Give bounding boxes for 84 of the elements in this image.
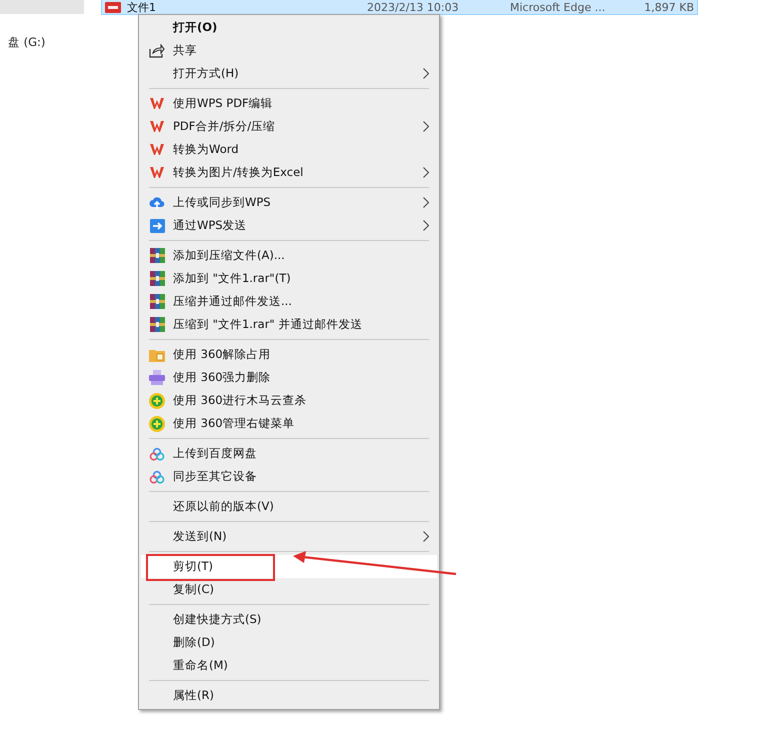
menu-item[interactable]: 上传或同步到WPS	[141, 191, 437, 214]
menu-item[interactable]: 压缩并通过邮件发送...	[141, 290, 437, 313]
menu-item[interactable]: 转换为Word	[141, 138, 437, 161]
file-name: 文件1	[127, 0, 157, 14]
cloud-rings-icon	[149, 446, 165, 460]
cloud-rings-icon	[149, 470, 165, 484]
books-stack-icon	[150, 317, 164, 332]
menu-item-label: 共享	[173, 43, 197, 58]
w-logo-icon	[150, 98, 164, 109]
menu-item-label: 使用WPS PDF编辑	[173, 96, 273, 111]
menu-item[interactable]: 使用 360解除占用	[141, 343, 437, 366]
menu-item[interactable]: 上传到百度网盘	[141, 442, 437, 465]
menu-item[interactable]: 使用WPS PDF编辑	[141, 92, 437, 115]
menu-item-label: 使用 360进行木马云查杀	[173, 393, 307, 408]
file-type: Microsoft Edge ...	[510, 0, 606, 14]
menu-item-label: 上传或同步到WPS	[173, 195, 271, 210]
file-date: 2023/2/13 10:03	[367, 0, 460, 14]
books-stack-icon	[150, 271, 164, 286]
menu-item[interactable]: 复制(C)	[141, 578, 437, 601]
menu-item-label: 重命名(M)	[173, 658, 228, 673]
chevron-right-icon	[423, 531, 429, 542]
sidebar-item[interactable]: 盘 (G:)	[0, 33, 84, 51]
menu-item-label: 压缩并通过邮件发送...	[173, 294, 292, 309]
menu-item-label: 转换为Word	[173, 142, 239, 157]
w-logo-icon	[150, 121, 164, 132]
menu-item[interactable]: 使用 360管理右键菜单	[141, 412, 437, 435]
menu-item[interactable]: 剪切(T)	[141, 555, 437, 578]
menu-item[interactable]: 打开(O)	[141, 16, 437, 39]
menu-item-label: 压缩到 "文件1.rar" 并通过邮件发送	[173, 317, 362, 332]
menu-item[interactable]: 打开方式(H)	[141, 62, 437, 85]
menu-item-label: PDF合并/拆分/压缩	[173, 119, 276, 134]
menu-item[interactable]: 使用 360强力删除	[141, 366, 437, 389]
menu-item[interactable]: 通过WPS发送	[141, 214, 437, 237]
chevron-right-icon	[423, 121, 429, 132]
menu-item-label: 删除(D)	[173, 635, 215, 650]
menu-item[interactable]: 添加到 "文件1.rar"(T)	[141, 267, 437, 290]
menu-item-label: 通过WPS发送	[173, 218, 247, 233]
menu-item-label: 使用 360强力删除	[173, 370, 271, 385]
chevron-right-icon	[423, 197, 429, 208]
books-stack-icon	[150, 294, 164, 309]
menu-item-label: 上传到百度网盘	[173, 446, 257, 461]
menu-item-label: 属性(R)	[173, 688, 214, 703]
menu-item[interactable]: 转换为图片/转换为Excel	[141, 161, 437, 184]
w-logo-icon	[150, 144, 164, 155]
menu-item[interactable]: PDF合并/拆分/压缩	[141, 115, 437, 138]
folder-icon	[149, 348, 165, 362]
chevron-right-icon	[423, 167, 429, 178]
chevron-right-icon	[423, 68, 429, 79]
menu-item[interactable]: 发送到(N)	[141, 525, 437, 548]
file-row[interactable]: 文件1 2023/2/13 10:03 Microsoft Edge ... 1,897 KB	[101, 0, 698, 15]
menu-item-label: 打开(O)	[173, 20, 218, 35]
menu-item-label: 发送到(N)	[173, 529, 227, 544]
menu-item-label: 添加到 "文件1.rar"(T)	[173, 271, 291, 286]
plus-circle-icon	[149, 416, 165, 432]
menu-item-label: 同步至其它设备	[173, 469, 257, 484]
books-stack-icon	[150, 248, 164, 263]
menu-item[interactable]: 添加到压缩文件(A)...	[141, 244, 437, 267]
share-icon	[149, 44, 165, 58]
menu-item-label: 创建快捷方式(S)	[173, 612, 262, 627]
menu-item-label: 转换为图片/转换为Excel	[173, 165, 304, 180]
menu-item[interactable]: 压缩到 "文件1.rar" 并通过邮件发送	[141, 313, 437, 336]
menu-item[interactable]: 重命名(M)	[141, 654, 437, 677]
menu-item-label: 添加到压缩文件(A)...	[173, 248, 285, 263]
menu-item[interactable]: 创建快捷方式(S)	[141, 608, 437, 631]
menu-item[interactable]: 同步至其它设备	[141, 465, 437, 488]
menu-item-label: 复制(C)	[173, 582, 214, 597]
menu-item[interactable]: 共享	[141, 39, 437, 62]
menu-item-label: 剪切(T)	[173, 559, 213, 574]
shredder-icon	[149, 370, 165, 385]
menu-item-label: 还原以前的版本(V)	[173, 499, 274, 514]
menu-item[interactable]: 还原以前的版本(V)	[141, 495, 437, 518]
menu-item-label: 使用 360解除占用	[173, 347, 271, 362]
menu-item[interactable]: 属性(R)	[141, 684, 437, 707]
menu-item[interactable]: 使用 360进行木马云查杀	[141, 389, 437, 412]
menu-item[interactable]: 删除(D)	[141, 631, 437, 654]
pdf-file-icon	[105, 2, 121, 12]
file-size: 1,897 KB	[643, 0, 694, 14]
forward-arrow-icon	[150, 218, 164, 232]
w-logo-icon	[150, 167, 164, 178]
chevron-right-icon	[423, 220, 429, 231]
plus-circle-icon	[149, 392, 165, 408]
menu-item-label: 打开方式(H)	[173, 66, 239, 81]
cloud-upload-icon	[149, 196, 165, 210]
menu-item-label: 使用 360管理右键菜单	[173, 416, 295, 431]
